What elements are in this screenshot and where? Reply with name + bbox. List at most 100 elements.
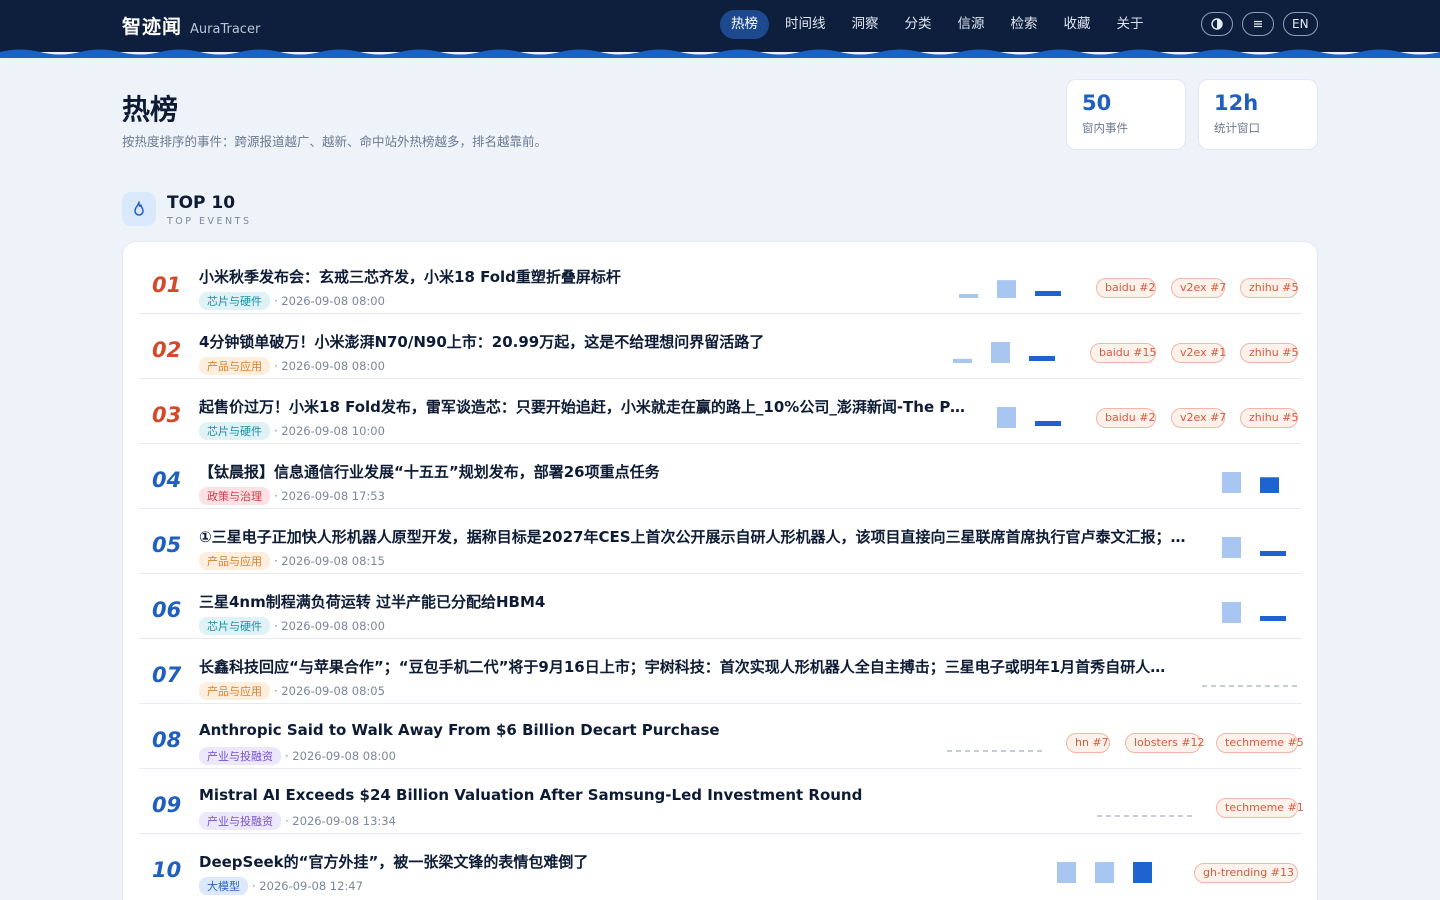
main-nav: 热榜 时间线 洞察 分类 信源 检索 收藏 关于 <box>720 10 1154 39</box>
event-meta: 芯片与硬件 · 2026-09-08 10:00 <box>199 422 385 440</box>
hot-event-row[interactable]: 06 三星4nm制程满负荷运转 过半产能已分配给HBM4 芯片与硬件 · 2026-0… <box>139 574 1302 639</box>
hot-event-row[interactable]: 02 zhihu #5 v2ex #1 baidu #15 4分钟锁单破万！小米澎湃N7… <box>139 314 1302 379</box>
rank-number: 07 <box>152 663 182 687</box>
header-tools: EN <box>1201 12 1318 36</box>
trend-bar <box>1260 551 1286 556</box>
nav-item-1[interactable]: 时间线 <box>775 10 836 39</box>
hot-event-row[interactable]: 07 长鑫科技回应“与苹果合作”；“豆包手机二代”将于9月16日上市；宇树科技：首… <box>139 639 1302 704</box>
trend-bar <box>1035 291 1061 296</box>
flame-icon <box>134 201 144 216</box>
language-toggle-button[interactable]: EN <box>1283 12 1318 36</box>
event-meta: 产品与应用 · 2026-09-08 08:05 <box>199 682 385 700</box>
event-meta: 大模型 · 2026-09-08 12:47 <box>199 877 363 895</box>
source-rank-tag[interactable]: lobsters #12 <box>1125 733 1205 753</box>
hot-event-row[interactable]: 04 【钛晨报】信息通信行业发展“十五五”规划发布，部署26项重点任务 政策与治理 ·… <box>139 444 1302 509</box>
event-timestamp: · 2026-09-08 17:53 <box>274 489 385 503</box>
trend-sparkline <box>1222 602 1286 623</box>
nav-item-5[interactable]: 检索 <box>1001 10 1048 39</box>
source-rank-tag[interactable]: zhihu #5 <box>1240 408 1298 428</box>
source-rank-tag[interactable]: techmeme #5 <box>1216 733 1304 753</box>
event-timestamp: · 2026-09-08 10:00 <box>274 424 385 438</box>
nav-item-3[interactable]: 分类 <box>895 10 942 39</box>
event-timestamp: · 2026-09-08 13:34 <box>285 814 396 828</box>
source-rank-tag[interactable]: techmeme #1 <box>1216 798 1304 818</box>
category-badge[interactable]: 产品与应用 <box>199 357 270 375</box>
nav-item-6[interactable]: 收藏 <box>1054 10 1101 39</box>
event-timestamp: · 2026-09-08 08:00 <box>274 359 385 373</box>
theme-toggle-button[interactable] <box>1201 12 1233 36</box>
event-meta: 产业与投融资 · 2026-09-08 13:34 <box>199 812 396 830</box>
brand-name: 智迹闻 <box>122 16 183 38</box>
trend-sparkline <box>953 342 1055 363</box>
rank-number: 01 <box>152 273 182 297</box>
source-rank-tag[interactable]: baidu #2 <box>1096 278 1156 298</box>
trend-bar <box>1133 862 1152 883</box>
brand-logo[interactable]: 智迹闻 AuraTracer <box>122 12 260 39</box>
section-subtitle: TOP EVENTS <box>167 216 252 227</box>
source-rank-tag[interactable]: v2ex #7 <box>1171 278 1226 298</box>
hot-event-row[interactable]: 01 zhihu #5 v2ex #7 baidu #2 小米秋季发布会：玄戒三芯齐发，… <box>139 249 1302 314</box>
section-title: TOP 10 <box>167 193 236 213</box>
event-title[interactable]: Mistral AI Exceeds $24 Billion Valuation… <box>199 786 1073 804</box>
top-navbar: 智迹闻 AuraTracer 热榜 时间线 洞察 分类 信源 检索 收藏 关于 EN <box>0 0 1440 58</box>
category-badge[interactable]: 产品与应用 <box>199 552 270 570</box>
source-rank-tag[interactable]: v2ex #7 <box>1171 408 1226 428</box>
event-timestamp: · 2026-09-08 08:05 <box>274 684 385 698</box>
trend-bar <box>1222 472 1241 493</box>
contrast-icon <box>1211 18 1223 30</box>
source-rank-tag[interactable]: zhihu #5 <box>1240 278 1298 298</box>
trend-sparkline <box>1097 815 1193 817</box>
nav-item-2[interactable]: 洞察 <box>842 10 889 39</box>
source-rank-tag[interactable]: baidu #2 <box>1096 408 1156 428</box>
source-rank-tag[interactable]: zhihu #5 <box>1240 343 1298 363</box>
trend-sparkline <box>1057 862 1152 883</box>
hot-event-row[interactable]: 10 gh-trending #13 DeepSeek的“官方外挂”，被一张梁文锋的… <box>139 834 1302 899</box>
hot-event-row[interactable]: 05 ①三星电子正加快人形机器人原型开发，据称目标是2027年CES上首次公开展示… <box>139 509 1302 574</box>
category-badge[interactable]: 芯片与硬件 <box>199 422 270 440</box>
menu-button[interactable] <box>1242 12 1274 36</box>
event-meta: 政策与治理 · 2026-09-08 17:53 <box>199 487 385 505</box>
event-title[interactable]: ①三星电子正加快人形机器人原型开发，据称目标是2027年CES上首次公开展示自研… <box>199 526 1194 547</box>
page-subtitle: 按热度排序的事件：跨源报道越广、越新、命中站外热榜越多，排名越靠前。 <box>122 134 548 149</box>
trend-bar <box>1260 477 1279 493</box>
event-title[interactable]: Anthropic Said to Walk Away From $6 Bill… <box>199 721 923 739</box>
hot-event-row[interactable]: 03 zhihu #5 v2ex #7 baidu #2 起售价过万！小米18 Fold… <box>139 379 1302 444</box>
source-rank-tag[interactable]: hn #7 <box>1066 733 1110 753</box>
event-title[interactable]: 起售价过万！小米18 Fold发布，雷军谈造芯：只要开始追赶，小米就走在赢的路上… <box>199 396 969 417</box>
nav-item-4[interactable]: 信源 <box>948 10 995 39</box>
event-timestamp: · 2026-09-08 12:47 <box>252 879 363 893</box>
event-title[interactable]: 4分钟锁单破万！小米澎湃N70/N90上市：20.99万起，这是不给理想问界留活… <box>199 331 925 352</box>
category-badge[interactable]: 芯片与硬件 <box>199 617 270 635</box>
stat-label: 统计窗口 <box>1214 121 1260 135</box>
hot-event-row[interactable]: 09 techmeme #1 Mistral AI Exceeds $24 Bill… <box>139 769 1304 834</box>
source-rank-tag[interactable]: baidu #15 <box>1090 343 1156 363</box>
category-badge[interactable]: 政策与治理 <box>199 487 270 505</box>
stat-value: 50 <box>1082 91 1112 115</box>
category-badge[interactable]: 芯片与硬件 <box>199 292 270 310</box>
event-meta: 芯片与硬件 · 2026-09-08 08:00 <box>199 292 385 310</box>
hot-list-card: 01 zhihu #5 v2ex #7 baidu #2 小米秋季发布会：玄戒三芯齐发，… <box>122 241 1318 900</box>
stat-card-window: 12h 统计窗口 <box>1198 79 1318 150</box>
category-badge[interactable]: 产业与投融资 <box>199 747 281 765</box>
event-title[interactable]: 【钛晨报】信息通信行业发展“十五五”规划发布，部署26项重点任务 <box>199 461 1194 482</box>
nav-item-0[interactable]: 热榜 <box>720 10 769 39</box>
source-rank-tag[interactable]: gh-trending #13 <box>1194 863 1298 883</box>
source-rank-tag[interactable]: v2ex #1 <box>1171 343 1226 363</box>
category-badge[interactable]: 产业与投融资 <box>199 812 281 830</box>
trend-bar <box>959 294 978 298</box>
event-title[interactable]: DeepSeek的“官方外挂”，被一张梁文锋的表情包难倒了 <box>199 851 1029 872</box>
trend-bar <box>997 280 1016 298</box>
event-title[interactable]: 小米秋季发布会：玄戒三芯齐发，小米18 Fold重塑折叠屏标杆 <box>199 266 931 287</box>
category-badge[interactable]: 大模型 <box>199 877 248 895</box>
trend-sparkline <box>959 280 1061 298</box>
rank-number: 10 <box>152 858 182 882</box>
event-timestamp: · 2026-09-08 08:00 <box>285 749 396 763</box>
category-badge[interactable]: 产品与应用 <box>199 682 270 700</box>
rank-number: 05 <box>152 533 182 557</box>
nav-item-7[interactable]: 关于 <box>1107 10 1154 39</box>
trend-sparkline <box>1222 472 1279 493</box>
event-title[interactable]: 长鑫科技回应“与苹果合作”；“豆包手机二代”将于9月16日上市；宇树科技：首次实… <box>199 656 1178 677</box>
event-title[interactable]: 三星4nm制程满负荷运转 过半产能已分配给HBM4 <box>199 591 1194 612</box>
stat-value: 12h <box>1214 91 1259 115</box>
hot-event-row[interactable]: 08 techmeme #5 lobsters #12 hn #7 Anthropic … <box>139 704 1304 769</box>
